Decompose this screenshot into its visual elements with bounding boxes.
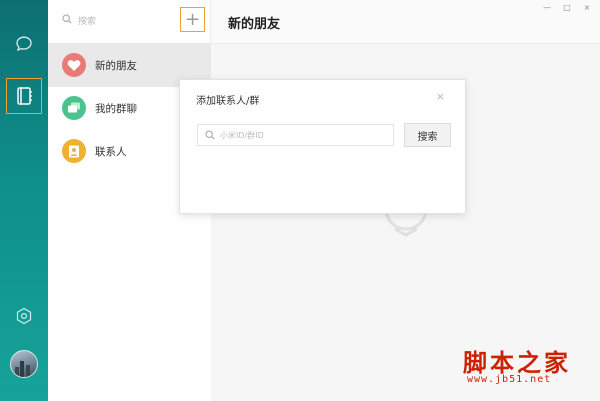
chat-nav-button[interactable] bbox=[8, 28, 40, 60]
search-icon bbox=[205, 130, 215, 140]
search-bar: 搜索 + bbox=[48, 0, 211, 42]
watermark-url: www.jb51.net bbox=[467, 374, 552, 385]
id-search-input[interactable]: 小米ID/群ID bbox=[197, 124, 394, 146]
main-header: 新的朋友 — □ × bbox=[211, 0, 600, 44]
search-icon bbox=[62, 14, 72, 24]
list-item-label: 联系人 bbox=[95, 145, 127, 158]
user-avatar[interactable] bbox=[10, 350, 38, 378]
settings-hexagon-icon bbox=[16, 307, 32, 325]
list-item-label: 我的群聊 bbox=[95, 102, 137, 115]
left-rail bbox=[0, 0, 48, 401]
add-contact-dialog: 添加联系人/群 × 小米ID/群ID 搜索 bbox=[179, 79, 466, 214]
contact-card-icon bbox=[62, 139, 86, 163]
maximize-button[interactable]: □ bbox=[562, 3, 572, 12]
dialog-search-button[interactable]: 搜索 bbox=[404, 123, 451, 147]
chat-bubble-icon bbox=[16, 36, 32, 52]
group-chat-icon bbox=[62, 96, 86, 120]
search-input[interactable]: 搜索 bbox=[78, 14, 96, 27]
site-watermark: 脚本之家 www.jb51.net bbox=[463, 343, 593, 389]
dialog-title: 添加联系人/群 bbox=[196, 96, 260, 107]
window-close-button[interactable]: × bbox=[582, 3, 592, 12]
contacts-nav-button[interactable] bbox=[6, 78, 42, 114]
window-controls: — □ × bbox=[542, 3, 592, 12]
heart-icon bbox=[62, 53, 86, 77]
settings-nav-button[interactable] bbox=[8, 300, 40, 332]
dialog-close-icon[interactable]: × bbox=[436, 90, 445, 103]
add-contact-button[interactable]: + bbox=[180, 7, 205, 32]
list-item-label: 新的朋友 bbox=[95, 59, 137, 72]
minimize-button[interactable]: — bbox=[542, 3, 552, 12]
contacts-book-icon bbox=[17, 87, 32, 105]
page-title: 新的朋友 bbox=[228, 17, 281, 32]
id-input-placeholder: 小米ID/群ID bbox=[220, 131, 264, 140]
app-window: 搜索 + 新的朋友 我的群聊 联系人 新的朋友 — □ × 添加联系人/群 × … bbox=[0, 0, 600, 401]
watermark-brand: 脚本之家 bbox=[463, 348, 571, 377]
